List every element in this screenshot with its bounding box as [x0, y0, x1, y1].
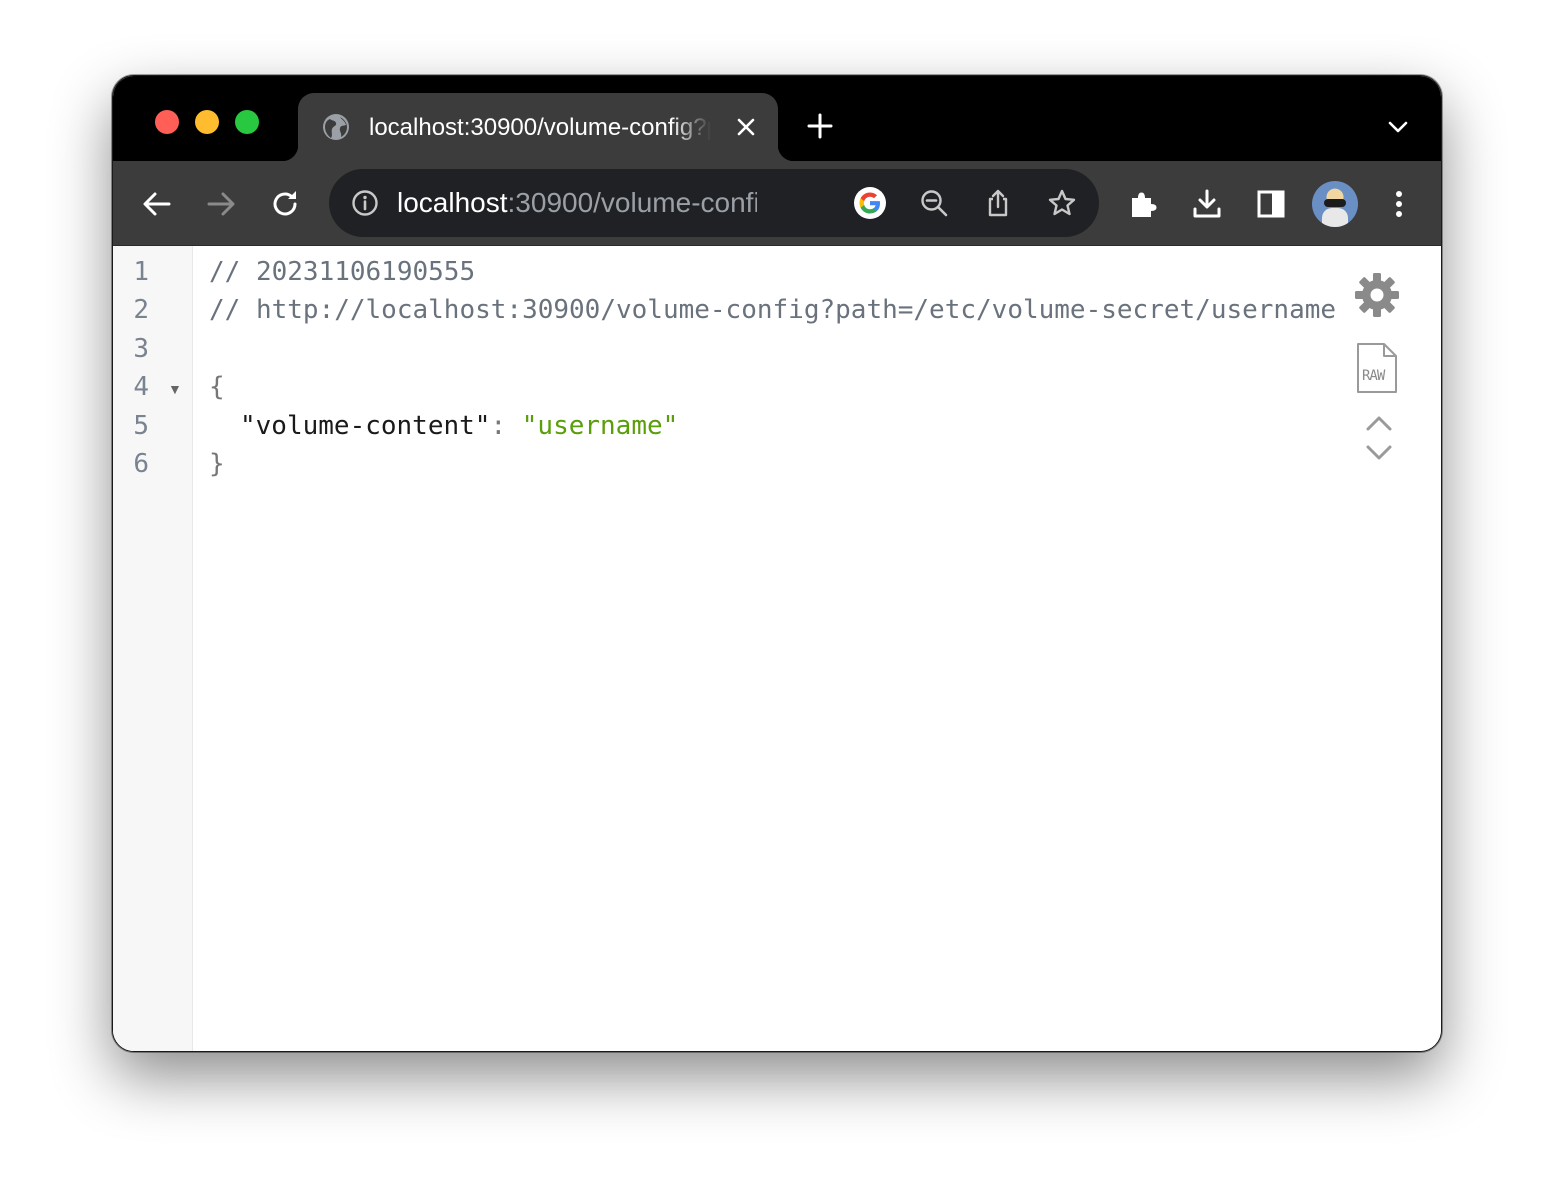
- open-brace: {: [209, 372, 225, 402]
- json-string-value: "username": [521, 411, 679, 441]
- browser-menu-button[interactable]: [1381, 186, 1417, 222]
- kebab-menu-icon: [1396, 191, 1402, 217]
- zoom-out-icon: [921, 190, 948, 217]
- line-number: 6: [133, 449, 149, 479]
- fold-toggle-icon[interactable]: ▼: [168, 370, 182, 408]
- star-icon: [1048, 189, 1076, 216]
- line-number: 4: [133, 372, 149, 402]
- forward-button[interactable]: [203, 186, 239, 222]
- address-host: localhost: [397, 187, 508, 218]
- share-icon: [988, 189, 1008, 217]
- address-path: :30900/volume-confi...: [507, 187, 757, 218]
- bookmark-button[interactable]: [1045, 186, 1079, 220]
- address-text[interactable]: localhost:30900/volume-confi...: [397, 186, 757, 220]
- active-tab[interactable]: localhost:30900/volume-config?path=/etc/…: [282, 93, 794, 161]
- expand-all-chevron-down-icon[interactable]: [1365, 444, 1393, 462]
- extensions-button[interactable]: [1125, 186, 1161, 222]
- google-lens-button[interactable]: [853, 186, 887, 220]
- downloads-button[interactable]: [1189, 186, 1225, 222]
- reload-button[interactable]: [267, 186, 303, 222]
- side-panel-icon: [1257, 190, 1285, 218]
- site-info-icon[interactable]: [351, 189, 379, 217]
- raw-view-button[interactable]: RAW: [1356, 342, 1398, 394]
- google-icon: [854, 187, 886, 219]
- json-property-row: "volume-content": "username": [240, 407, 678, 445]
- reload-icon: [273, 191, 297, 216]
- address-bar[interactable]: localhost:30900/volume-confi...: [329, 169, 1099, 237]
- tab-search-chevron-icon[interactable]: [1386, 117, 1410, 137]
- toolbar: localhost:30900/volume-confi...: [113, 161, 1441, 246]
- close-brace: }: [209, 449, 225, 479]
- browser-window: localhost:30900/volume-config?path=/etc/…: [112, 75, 1442, 1052]
- raw-label: RAW: [1362, 368, 1385, 384]
- settings-gear-icon[interactable]: [1354, 272, 1400, 318]
- back-button[interactable]: [139, 186, 175, 222]
- url-comment: // http://localhost:30900/volume-config?…: [209, 295, 1337, 325]
- globe-icon: [323, 114, 349, 140]
- tab-title: localhost:30900/volume-config?path=/etc/…: [369, 114, 711, 141]
- json-key: "volume-content": [240, 411, 491, 441]
- close-window-button[interactable]: [155, 110, 179, 134]
- side-panel-button[interactable]: [1253, 186, 1289, 222]
- close-tab-icon[interactable]: [734, 115, 758, 139]
- line-number-gutter: 1 2 3 4 ▼ 5 6: [113, 246, 193, 1051]
- line-number: 1: [133, 257, 149, 287]
- line-number: 3: [133, 334, 149, 364]
- back-arrow-icon: [143, 192, 171, 216]
- minimize-window-button[interactable]: [195, 110, 219, 134]
- timestamp-comment: // 20231106190555: [209, 257, 476, 287]
- collapse-all-chevron-up-icon[interactable]: [1365, 414, 1393, 432]
- tab-strip: localhost:30900/volume-config?path=/etc/…: [113, 76, 1441, 161]
- json-colon: :: [490, 411, 522, 441]
- share-button[interactable]: [981, 186, 1015, 220]
- zoom-out-button[interactable]: [917, 186, 951, 220]
- puzzle-piece-icon: [1132, 192, 1157, 217]
- line-number: 2: [133, 295, 149, 325]
- json-viewer: 1 2 3 4 ▼ 5 6 // 20231106190555 // http:…: [113, 246, 1441, 1051]
- new-tab-icon[interactable]: [806, 112, 834, 140]
- line-number: 5: [133, 411, 149, 441]
- forward-arrow-icon: [207, 192, 235, 216]
- maximize-window-button[interactable]: [235, 110, 259, 134]
- download-icon: [1193, 189, 1221, 218]
- profile-avatar[interactable]: [1312, 181, 1358, 227]
